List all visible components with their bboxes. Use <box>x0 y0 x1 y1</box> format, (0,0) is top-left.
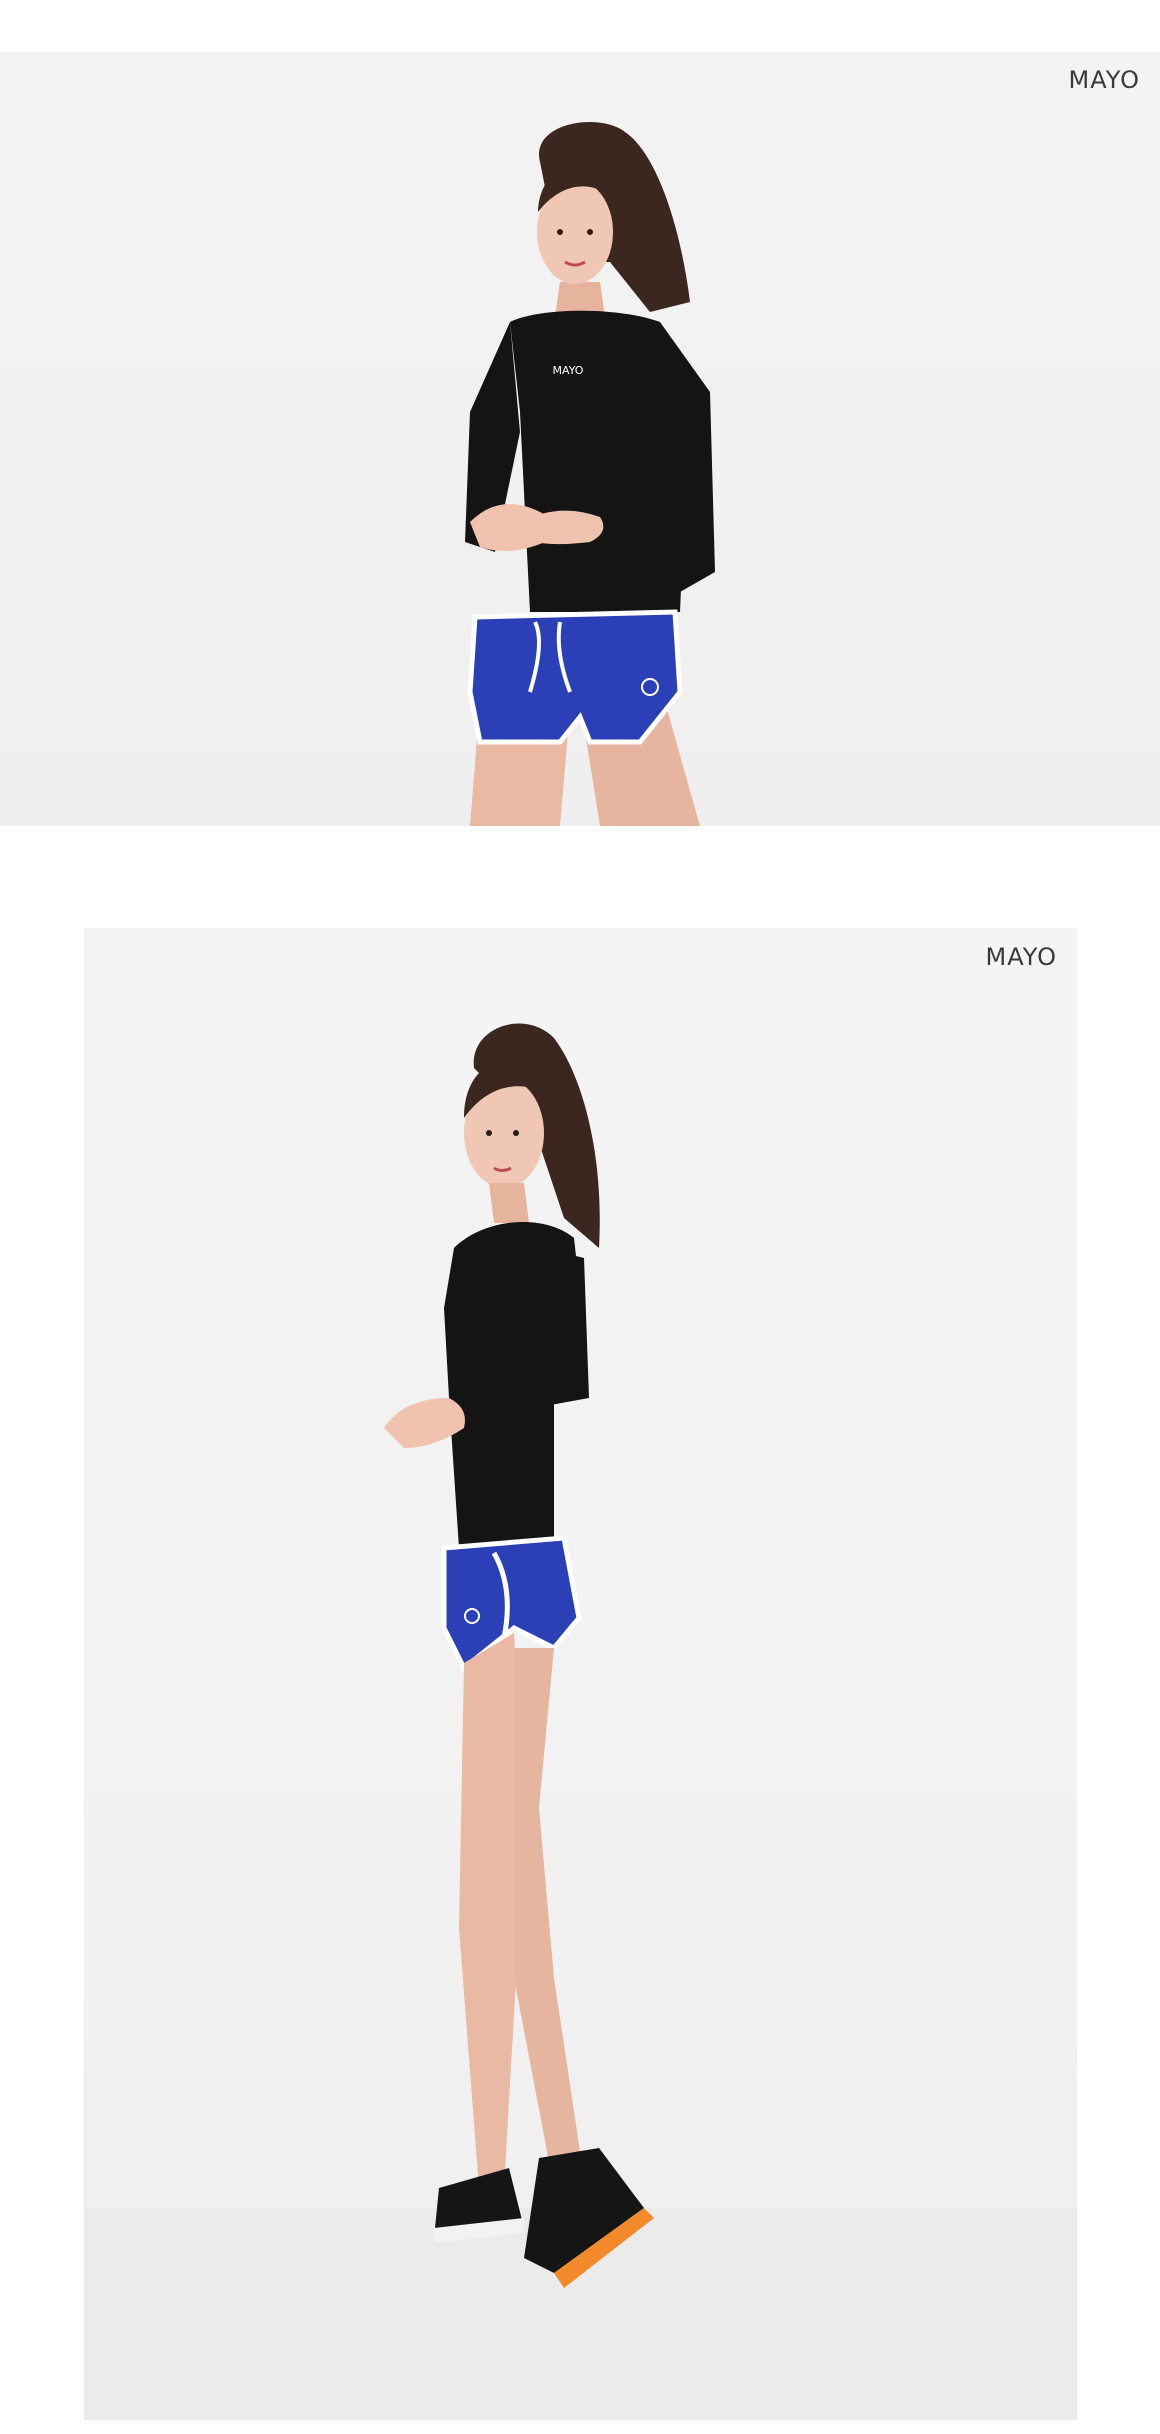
shirt-print: MAYO <box>553 364 584 377</box>
model-figure-front: MAYO <box>465 122 715 826</box>
model-figure-side <box>84 1023 1077 2420</box>
product-photo-front: MAYO MAYO <box>0 52 1160 826</box>
product-photo-side: MAYO <box>84 928 1077 2420</box>
